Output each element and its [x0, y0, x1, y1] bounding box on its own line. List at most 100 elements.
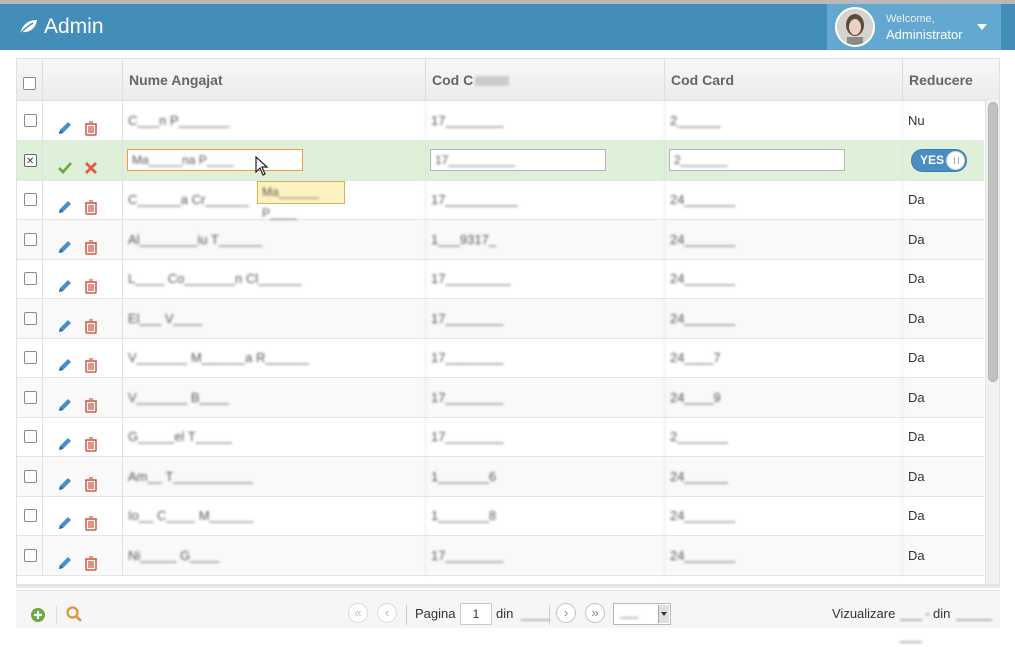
- row-checkbox[interactable]: [24, 430, 37, 443]
- pencil-icon[interactable]: [57, 270, 73, 292]
- trash-icon[interactable]: [83, 547, 99, 571]
- page-number-input[interactable]: 1: [460, 603, 492, 625]
- row-actions: [43, 219, 123, 259]
- table-row[interactable]: Al________iu T______ 1___9317_ 24_______ Da: [17, 219, 984, 260]
- trash-icon[interactable]: [83, 507, 99, 531]
- view-of-label: din: [933, 606, 951, 621]
- pencil-icon[interactable]: [57, 468, 73, 490]
- row-select-cell: [17, 259, 43, 298]
- pencil-icon[interactable]: [57, 349, 73, 371]
- pencil-icon[interactable]: [57, 507, 73, 529]
- header-nume-angajat[interactable]: Nume Angajat: [123, 59, 426, 101]
- trash-icon[interactable]: [83, 428, 99, 452]
- header-cod[interactable]: Cod C: [426, 59, 665, 101]
- row-select-cell: [17, 140, 43, 180]
- table-row[interactable]: G_____el T_____ 17________ 2_______ Da: [17, 417, 984, 457]
- trash-icon[interactable]: [83, 112, 99, 136]
- table-row[interactable]: V_______ B____ 17________ 24____9 Da: [17, 377, 984, 418]
- pencil-icon[interactable]: [57, 112, 73, 134]
- scrollbar-thumb[interactable]: [988, 102, 998, 382]
- table-row[interactable]: Am__ T___________ 1_______6 24______ Da: [17, 456, 984, 497]
- row-checkbox[interactable]: [24, 351, 37, 364]
- name-cell: V_______ B____: [123, 377, 426, 417]
- avatar: [835, 7, 875, 47]
- header-reducere[interactable]: Reducere: [903, 59, 983, 101]
- cod-cell: 17_________: [426, 259, 665, 298]
- header-actions: [43, 59, 123, 101]
- reducere-cell: Da: [908, 508, 925, 523]
- search-icon[interactable]: [66, 606, 82, 623]
- trash-icon[interactable]: [83, 349, 99, 373]
- select-all-checkbox[interactable]: [23, 77, 36, 90]
- pager-divider: [56, 606, 57, 624]
- name-edit-input[interactable]: Ma_____na P____: [127, 148, 303, 171]
- row-checkbox[interactable]: [24, 142, 37, 180]
- table-row[interactable]: C___n P_______ 17________ 2______ Nu: [17, 101, 984, 141]
- header-cod-card[interactable]: Cod Card: [665, 59, 903, 101]
- row-checkbox[interactable]: [24, 390, 37, 404]
- card-cell: 2_______: [665, 417, 903, 456]
- table-row[interactable]: El___ V____ 17________ 24_______ Da: [17, 298, 984, 339]
- pager-separator: [406, 605, 407, 625]
- card-cell: 24_______: [665, 259, 903, 298]
- row-actions: [43, 417, 123, 456]
- card-cell: 2_______: [665, 140, 903, 180]
- cod-edit-input[interactable]: 17__________: [430, 148, 606, 171]
- horizontal-scrollbar[interactable]: [16, 584, 1000, 588]
- trash-icon[interactable]: [83, 191, 99, 215]
- row-actions: [43, 180, 123, 219]
- select-arrow-icon: [658, 605, 669, 623]
- row-select-cell: [17, 417, 43, 456]
- prev-page-button[interactable]: ‹: [377, 603, 397, 623]
- pencil-icon[interactable]: [57, 310, 73, 332]
- trash-icon[interactable]: [83, 389, 99, 413]
- pencil-icon[interactable]: [57, 389, 73, 411]
- pencil-icon[interactable]: [57, 191, 73, 213]
- row-checkbox[interactable]: [24, 272, 37, 285]
- pager: « ‹ Pagina 1 din ____ › » ___ Vizualizar…: [16, 590, 1000, 643]
- table-row[interactable]: Ni_____ G____ 17________ 24_______ Da: [17, 535, 984, 576]
- reducere-cell: Nu: [908, 113, 925, 128]
- plus-circle-icon[interactable]: [30, 607, 46, 623]
- trash-icon[interactable]: [83, 231, 99, 255]
- reducere-toggle[interactable]: YES: [911, 148, 967, 172]
- trash-icon[interactable]: [83, 270, 99, 294]
- last-page-button[interactable]: »: [585, 603, 605, 623]
- row-checkbox[interactable]: [24, 548, 37, 562]
- row-checkbox[interactable]: [24, 311, 37, 325]
- trash-icon[interactable]: [83, 310, 99, 334]
- user-menu[interactable]: Welcome, Administrator: [827, 4, 1001, 50]
- caret-down-icon: [977, 24, 987, 30]
- table-row[interactable]: C______a Cr______ 17__________ 24_______ Da: [17, 180, 984, 220]
- table-row[interactable]: L____ Co_______n Cl______ 17_________ 24__…: [17, 259, 984, 299]
- row-checkbox[interactable]: [24, 509, 37, 522]
- mouse-cursor-icon: [255, 156, 269, 176]
- vertical-scrollbar[interactable]: [985, 100, 999, 584]
- cod-cell: 1_______6: [426, 456, 665, 496]
- row-checkbox[interactable]: [24, 114, 37, 127]
- name-cell: G_____el T_____: [123, 417, 426, 456]
- row-checkbox[interactable]: [24, 232, 37, 246]
- pencil-icon[interactable]: [57, 231, 73, 253]
- card-edit-input[interactable]: 2_______: [669, 148, 845, 171]
- table-row-editing[interactable]: Ma_____na P____ 17__________ 2_______ YES: [17, 140, 984, 181]
- row-select-cell: [17, 456, 43, 496]
- reducere-cell: Da: [908, 468, 925, 484]
- leaf-icon: [19, 20, 37, 35]
- brand[interactable]: Admin: [18, 14, 104, 40]
- cancel-icon[interactable]: [83, 152, 99, 174]
- pencil-icon[interactable]: [57, 428, 73, 450]
- grid-header: Nume Angajat Cod C Cod Card Reducere: [17, 59, 999, 101]
- rows-per-page-select[interactable]: ___: [613, 603, 671, 625]
- card-cell: 24_______: [665, 180, 903, 219]
- table-row[interactable]: Io__ C____ M______ 1_______8 24_______ Da: [17, 496, 984, 536]
- pencil-icon[interactable]: [57, 547, 73, 569]
- save-icon[interactable]: [57, 152, 73, 174]
- row-checkbox[interactable]: [24, 193, 37, 206]
- cod-cell: 17________: [426, 298, 665, 338]
- trash-icon[interactable]: [83, 468, 99, 492]
- first-page-button[interactable]: «: [348, 603, 368, 623]
- row-checkbox[interactable]: [24, 469, 37, 483]
- next-page-button[interactable]: ›: [556, 603, 576, 623]
- table-row[interactable]: V_______ M______a R______ 17________ 24___…: [17, 338, 984, 378]
